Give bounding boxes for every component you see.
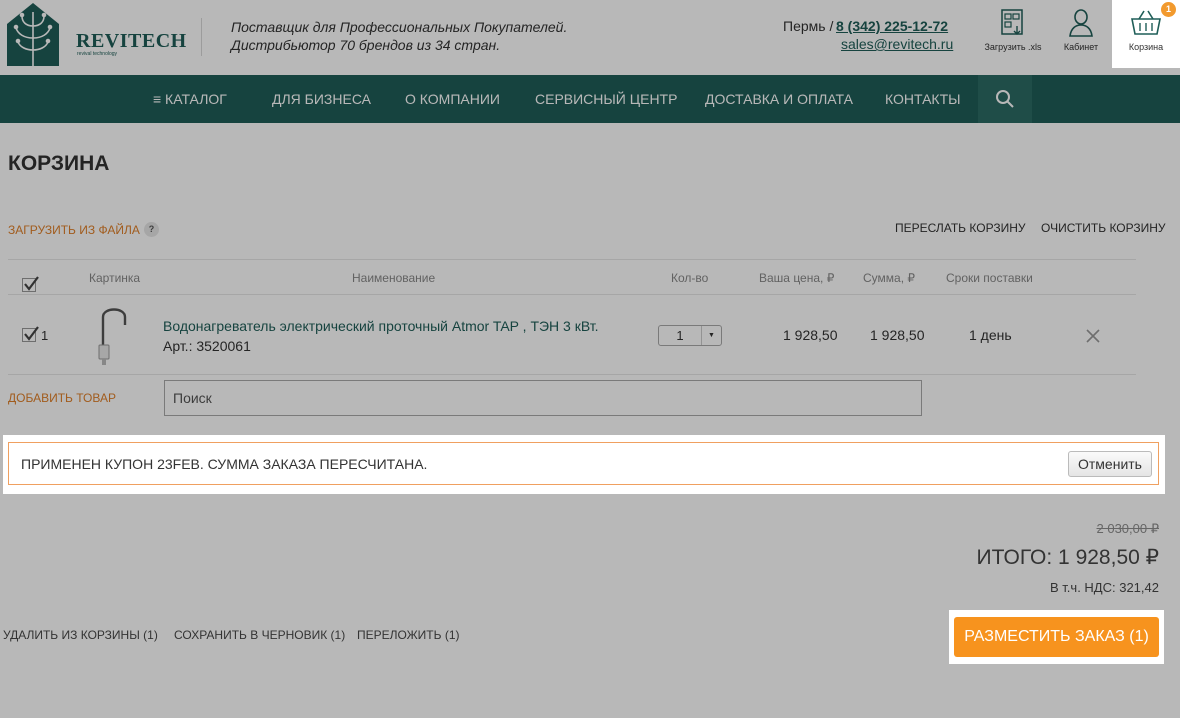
upload-from-file-link[interactable]: Загрузить из файла — [8, 223, 140, 237]
phone-link[interactable]: 8 (342) 225-12-72 — [836, 18, 948, 34]
product-name-link[interactable]: Водонагреватель электрический проточный … — [163, 318, 598, 334]
row-price: 1 928,50 — [783, 327, 838, 343]
nav-catalog[interactable]: ≡ Каталог — [153, 75, 227, 123]
add-item-link[interactable]: Добавить товар — [8, 391, 116, 405]
move-items-link[interactable]: Переложить (1) — [357, 628, 460, 642]
cabinet-button[interactable]: Кабинет — [1049, 4, 1113, 68]
row-sum: 1 928,50 — [870, 327, 925, 343]
header-name: Наименование — [352, 271, 436, 285]
brand-subtitle: revival technology — [77, 51, 118, 57]
nav-for-business[interactable]: Для бизнеса — [272, 75, 371, 123]
place-order-button[interactable]: Разместить заказ (1) — [954, 617, 1159, 657]
main-navigation: ≡ Каталог Для бизнеса О компании Сервисн… — [0, 75, 1180, 123]
row-number: 1 — [41, 328, 49, 343]
coupon-message: Применен купон 23FEB. Сумма заказа перес… — [21, 456, 428, 472]
quantity-value: 1 — [676, 328, 684, 343]
cart-label: Корзина — [1128, 42, 1164, 52]
page-title: КОРЗИНА — [8, 152, 110, 175]
upload-xls-button[interactable]: Загрузить .xls — [981, 4, 1045, 68]
city-label: Пермь / — [783, 18, 834, 34]
tagline-line-1: Поставщик для Профессиональных Покупател… — [231, 19, 568, 35]
header-divider — [201, 18, 202, 56]
cancel-coupon-button[interactable]: Отменить — [1068, 451, 1152, 477]
row-delivery: 1 день — [969, 327, 1012, 343]
nav-about[interactable]: О компании — [405, 75, 500, 123]
overlay-dim — [1165, 435, 1180, 494]
table-row: 1 Водонагреватель электрический проточны… — [8, 295, 1136, 375]
tagline: Поставщик для Профессиональных Покупател… — [231, 18, 567, 54]
product-sku: Арт.: 3520061 — [163, 338, 251, 354]
old-total: 2 030,00 ₽ — [1096, 521, 1160, 536]
table-header: Картинка Наименование Кол-во Ваша цена, … — [8, 259, 1136, 295]
product-search-input[interactable]: Поиск — [164, 380, 922, 416]
forward-cart-link[interactable]: Переслать корзину — [895, 221, 1025, 235]
order-total: ИТОГО: 1 928,50 ₽ — [976, 546, 1159, 569]
select-all-checkbox[interactable] — [22, 276, 39, 292]
nav-contacts[interactable]: Контакты — [885, 75, 961, 123]
quantity-select[interactable]: 1 ▼ — [658, 325, 722, 346]
email-link[interactable]: sales@revitech.ru — [841, 36, 953, 52]
nav-delivery-payment[interactable]: Доставка и оплата — [705, 75, 853, 123]
cart-count-badge: 1 — [1161, 2, 1176, 17]
nav-service-center[interactable]: Сервисный центр — [535, 75, 677, 123]
site-header: REVITECH revival technology Поставщик дл… — [0, 0, 1180, 75]
nav-search-button[interactable] — [978, 75, 1032, 123]
coupon-notice: Применен купон 23FEB. Сумма заказа перес… — [8, 442, 1159, 485]
header-sum: Сумма, ₽ — [863, 271, 916, 285]
upload-xls-label: Загрузить .xls — [984, 42, 1042, 52]
vat-amount: В т.ч. НДС: 321,42 — [1050, 580, 1159, 595]
cabinet-label: Кабинет — [1063, 42, 1099, 52]
header-picture: Картинка — [89, 271, 141, 285]
product-image[interactable] — [95, 303, 131, 367]
clear-cart-link[interactable]: Очистить корзину — [1041, 221, 1166, 235]
chevron-down-icon[interactable]: ▼ — [701, 326, 721, 345]
checkmark-icon — [24, 326, 39, 341]
revitech-logo[interactable] — [6, 2, 60, 70]
delete-from-cart-link[interactable]: Удалить из корзины (1) — [3, 628, 158, 642]
overlay-dim — [0, 664, 1180, 718]
header-delivery: Сроки поставки — [946, 271, 1033, 285]
header-your-price: Ваша цена, ₽ — [759, 271, 835, 285]
cart-button[interactable]: Корзина 1 — [1112, 0, 1180, 68]
spreadsheet-icon — [1001, 9, 1023, 35]
brand-name: REVITECH — [76, 30, 187, 52]
overlay-dim — [1164, 610, 1180, 664]
save-draft-link[interactable]: Сохранить в черновик (1) — [174, 628, 345, 642]
checkmark-icon — [24, 276, 39, 291]
search-icon — [996, 90, 1014, 108]
header-qty: Кол-во — [671, 271, 709, 285]
close-icon[interactable] — [1085, 328, 1101, 344]
user-icon — [1069, 9, 1093, 37]
help-icon[interactable]: ? — [144, 222, 159, 237]
basket-icon — [1131, 10, 1161, 35]
tagline-line-2: Дистрибьютор 70 брендов из 34 стран. — [231, 37, 501, 53]
row-checkbox[interactable] — [22, 326, 39, 342]
add-item-row: Добавить товар Поиск — [8, 375, 1136, 425]
